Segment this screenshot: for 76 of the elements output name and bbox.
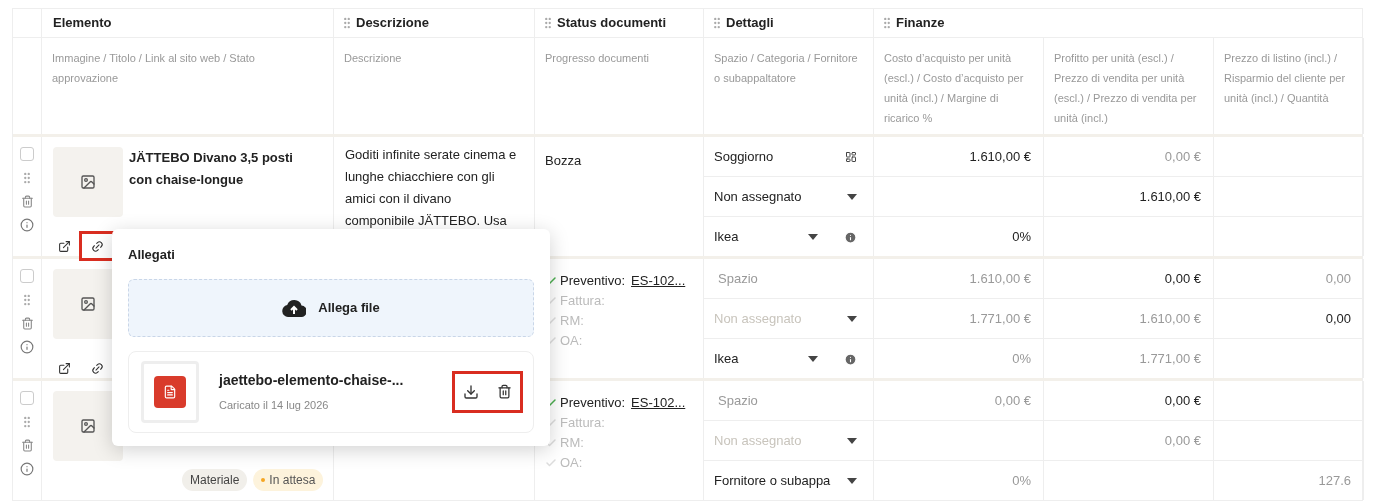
image-icon bbox=[80, 174, 96, 190]
image-icon bbox=[80, 418, 96, 434]
upload-icon bbox=[282, 298, 307, 317]
grid-icon[interactable] bbox=[845, 150, 857, 163]
document-label: RM: bbox=[560, 434, 584, 453]
caret-icon bbox=[847, 193, 857, 200]
column-subheader: Profitto per unità (escl.) / Prezzo di vendita per unità (escl.) / Prezzo di vendita per unità (incl.) bbox=[1054, 51, 1198, 126]
column-subheader: Costo d’acquisto per unità (escl.) / Costo d’acquisto per unità (incl.) / Margine di ricarico % bbox=[884, 51, 1025, 126]
caret-icon bbox=[808, 356, 818, 362]
trash-icon[interactable] bbox=[497, 384, 512, 399]
caret-icon bbox=[847, 437, 857, 444]
column-subheader: Descrizione bbox=[344, 51, 403, 66]
description-text: Goditi infinite serate cinema e lunghe chiacchiere con gli amici con il divano componibile JÄTTEBO. Usa bbox=[345, 146, 518, 230]
amount-cell-text: 1.610,00 € bbox=[969, 147, 1031, 166]
detail-field[interactable]: Fornitore o subappa bbox=[704, 461, 873, 501]
column-group-header: Elemento bbox=[42, 9, 334, 37]
document-label: RM: bbox=[560, 312, 584, 331]
amount-cell-text: 1.610,00 € bbox=[1139, 309, 1201, 328]
amount-cell-text: 0,00 bbox=[1325, 269, 1351, 288]
info-icon[interactable] bbox=[20, 340, 34, 354]
document-label: Preventivo: bbox=[560, 272, 626, 291]
attach-file-button[interactable]: Allega file bbox=[128, 278, 534, 337]
caret-icon bbox=[847, 478, 857, 484]
amount-cell-text: 0% bbox=[1012, 228, 1031, 247]
status-tag: Materiale bbox=[182, 469, 248, 491]
document-label: Fattura: bbox=[560, 414, 605, 433]
document-label: Preventivo: bbox=[560, 394, 626, 413]
upload-date: Caricato il 14 lug 2026 bbox=[219, 397, 330, 413]
amount-cell-text: 1.771,00 € bbox=[1139, 350, 1201, 369]
external-link-icon[interactable] bbox=[58, 239, 71, 253]
status-text: Bozza bbox=[544, 152, 583, 170]
column-subheader: Spazio / Categoria / Fornitore o subappaltatore bbox=[714, 51, 859, 86]
image-icon bbox=[80, 296, 96, 312]
column-group-header: Finanze bbox=[874, 9, 1362, 37]
amount-cell-text: 0% bbox=[1012, 472, 1031, 491]
document-label: Fattura: bbox=[560, 292, 605, 311]
document-label: OA: bbox=[560, 332, 583, 351]
document-link[interactable]: ES-102... bbox=[631, 393, 686, 413]
amount-cell-text: 0% bbox=[1012, 350, 1031, 369]
caret-icon bbox=[808, 234, 818, 240]
amount-cell-text: 0,00 € bbox=[1164, 147, 1201, 166]
column-group-header: Descrizione bbox=[334, 9, 535, 37]
amount-cell-text: 0,00 € bbox=[1164, 269, 1201, 288]
column-group-header: Status documenti bbox=[535, 9, 704, 37]
external-link-icon[interactable] bbox=[58, 361, 71, 375]
amount-cell-text: 0,00 € bbox=[1164, 391, 1201, 410]
file-icon bbox=[163, 384, 177, 399]
column-group-header: Dettagli bbox=[704, 9, 874, 37]
row-checkbox[interactable] bbox=[20, 391, 34, 405]
amount-cell-text: 0,00 bbox=[1325, 309, 1351, 328]
detail-field[interactable]: Non assegnato bbox=[704, 177, 873, 217]
row-checkbox[interactable] bbox=[20, 269, 34, 283]
download-icon[interactable] bbox=[463, 383, 479, 400]
status-tag: In attesa bbox=[253, 469, 324, 491]
info-icon[interactable] bbox=[20, 462, 34, 476]
file-name: jaettebo-elemento-chaise-... bbox=[219, 370, 405, 390]
row-checkbox[interactable] bbox=[20, 147, 34, 161]
amount-cell-text: 127.6 bbox=[1318, 472, 1351, 491]
link-button[interactable] bbox=[79, 231, 115, 261]
document-link[interactable]: ES-102... bbox=[631, 271, 686, 291]
column-subheader: Progresso documenti bbox=[545, 51, 650, 66]
caret-icon bbox=[847, 315, 857, 322]
document-label: OA: bbox=[560, 454, 583, 473]
detail-field[interactable]: Soggiorno bbox=[704, 137, 873, 177]
amount-cell-text: 1.610,00 € bbox=[969, 269, 1031, 288]
amount-cell-text: 0,00 € bbox=[1164, 431, 1201, 450]
info-icon[interactable] bbox=[20, 218, 34, 232]
amount-cell-text: 1.610,00 € bbox=[1139, 187, 1201, 206]
column-subheader: Immagine / Titolo / Link al sito web / Stato approvazione bbox=[52, 51, 256, 86]
detail-field[interactable]: Ikea bbox=[704, 339, 873, 379]
amount-cell-text: 1.771,00 € bbox=[969, 309, 1031, 328]
item-title: JÄTTEBO Divano 3,5 posti con chaise-longue bbox=[129, 149, 294, 189]
popover-title: Allegati bbox=[128, 246, 176, 264]
detail-field[interactable]: Ikea bbox=[704, 217, 873, 257]
column-subheader: Prezzo di listino (incl.) / Risparmio del cliente per unità (incl.) / Quantità bbox=[1224, 51, 1347, 106]
amount-cell-text: 0,00 € bbox=[994, 391, 1031, 410]
